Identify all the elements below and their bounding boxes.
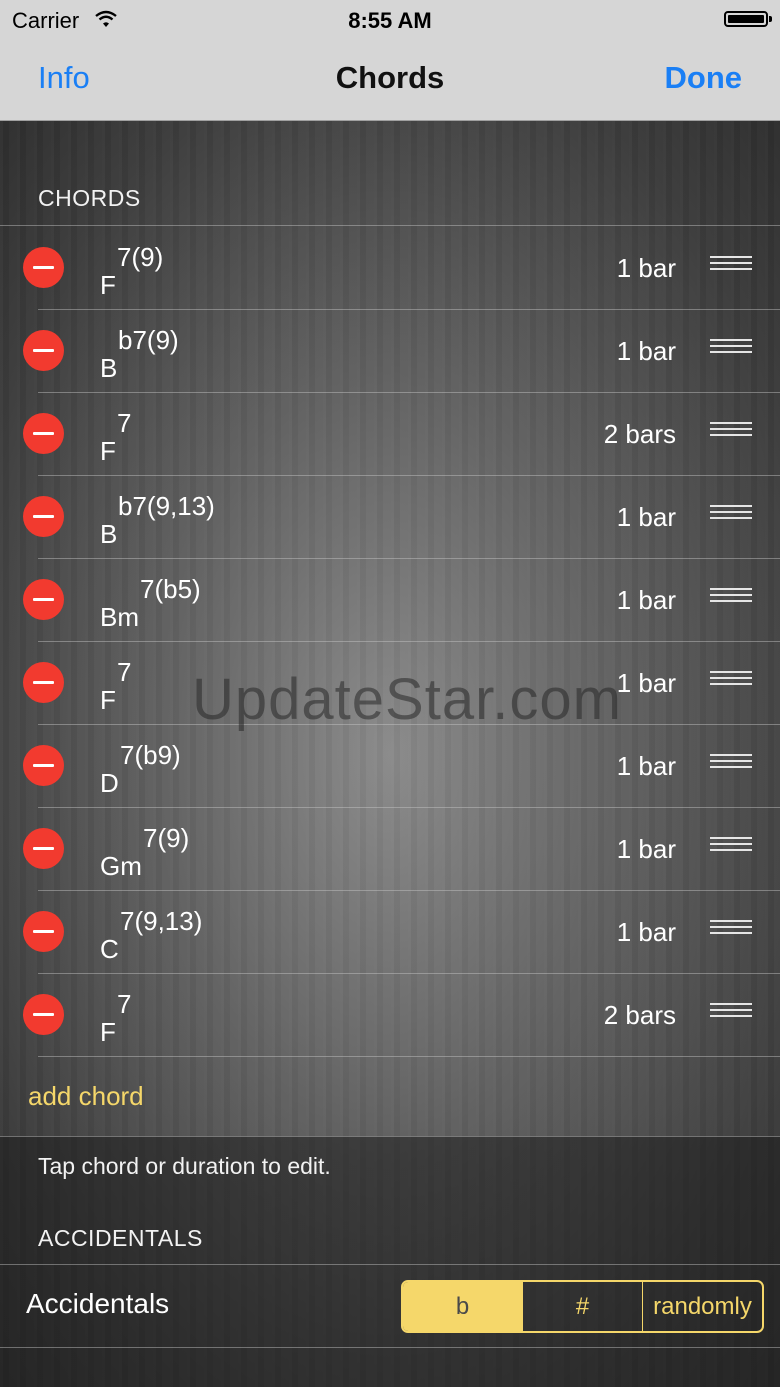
page-title: Chords xyxy=(335,60,445,95)
chord-row[interactable]: F7 2 bars xyxy=(0,973,780,1056)
reorder-grip-icon[interactable] xyxy=(710,920,752,936)
chord-root: Bm xyxy=(100,602,139,632)
battery-icon xyxy=(724,11,772,27)
chord-root: B xyxy=(100,353,118,383)
edit-hint-text: Tap chord or duration to edit. xyxy=(38,1153,331,1179)
reorder-grip-icon[interactable] xyxy=(710,1003,752,1019)
accidental-option[interactable]: randomly xyxy=(643,1282,762,1331)
chord-row[interactable]: D 7(b9) 1 bar xyxy=(0,724,780,807)
chord-extension: 7(9) xyxy=(117,242,164,272)
minus-circle-icon[interactable] xyxy=(23,662,64,703)
watermark-text: UpdateStar.com xyxy=(192,667,622,732)
chord-duration[interactable]: 1 bar xyxy=(617,751,676,782)
chord-extension: b7(9) xyxy=(118,325,179,355)
chord-duration[interactable]: 1 bar xyxy=(617,502,676,533)
chord-list-screen: CHORDS F 7(9) 1 bar Bb7(9) 1 bar F 7 2 bars Bb7(… xyxy=(0,121,780,1387)
chord-root: Gm xyxy=(100,851,142,881)
navigation-bar: Info Chords Done xyxy=(0,40,780,121)
minus-circle-icon[interactable] xyxy=(23,745,64,786)
chord-root: C xyxy=(100,934,119,964)
section-header-accidentals: ACCIDENTALS xyxy=(38,1225,203,1251)
chord-root: F xyxy=(100,685,116,715)
chord-extension: 7(b9) xyxy=(120,740,181,770)
chord-extension: 7(b5) xyxy=(140,574,201,604)
done-button[interactable]: Done xyxy=(665,60,743,96)
reorder-grip-icon[interactable] xyxy=(710,339,752,355)
chord-root: F xyxy=(100,270,116,300)
accidental-option[interactable]: # xyxy=(523,1282,643,1331)
minus-circle-icon[interactable] xyxy=(23,911,64,952)
row-separator xyxy=(38,1056,780,1057)
chord-root: B xyxy=(100,519,118,549)
chord-duration[interactable]: 1 bar xyxy=(617,253,676,284)
status-time: 8:55 AM xyxy=(348,8,432,33)
chord-row[interactable]: Bb7(9,13) 1 bar xyxy=(0,475,780,558)
accidentals-row: Accidentals b # randomly xyxy=(0,1264,780,1348)
minus-circle-icon[interactable] xyxy=(23,247,64,288)
minus-circle-icon[interactable] xyxy=(23,579,64,620)
chord-duration[interactable]: 1 bar xyxy=(617,834,676,865)
chord-row[interactable]: F 7(9) 1 bar xyxy=(0,226,780,309)
chord-row[interactable]: C 7(9,13) 1 bar xyxy=(0,890,780,973)
chord-extension: 7(9,13) xyxy=(120,906,203,936)
chord-root: F xyxy=(100,1017,116,1047)
divider xyxy=(0,1347,780,1348)
chord-extension: 7 xyxy=(117,989,132,1019)
chord-extension: 7 xyxy=(117,657,132,687)
chord-root: D xyxy=(100,768,119,798)
accidentals-segmented-control[interactable]: b # randomly xyxy=(401,1280,764,1333)
reorder-grip-icon[interactable] xyxy=(710,256,752,272)
chord-extension: 7(9) xyxy=(143,823,190,853)
reorder-grip-icon[interactable] xyxy=(710,837,752,853)
minus-circle-icon[interactable] xyxy=(23,496,64,537)
accidentals-label: Accidentals xyxy=(26,1288,170,1319)
chord-row[interactable]: Gm 7(9) 1 bar xyxy=(0,807,780,890)
reorder-grip-icon[interactable] xyxy=(710,505,752,521)
reorder-grip-icon[interactable] xyxy=(710,422,752,438)
minus-circle-icon[interactable] xyxy=(23,828,64,869)
accidental-option[interactable]: b xyxy=(403,1282,523,1331)
minus-circle-icon[interactable] xyxy=(23,994,64,1035)
minus-circle-icon[interactable] xyxy=(23,330,64,371)
status-bar: Carrier 8:55 AM xyxy=(0,0,780,40)
divider xyxy=(0,1136,780,1137)
reorder-grip-icon[interactable] xyxy=(710,671,752,687)
chord-row[interactable]: Bm 7(b5) 1 bar xyxy=(0,558,780,641)
add-chord-button[interactable]: add chord xyxy=(28,1081,144,1112)
chord-duration[interactable]: 1 bar xyxy=(617,585,676,616)
chord-root: F xyxy=(100,436,116,466)
reorder-grip-icon[interactable] xyxy=(710,588,752,604)
chord-row[interactable]: Bb7(9) 1 bar xyxy=(0,309,780,392)
chord-extension: 7 xyxy=(117,408,132,438)
chord-row[interactable]: F7 2 bars xyxy=(0,392,780,475)
chord-duration[interactable]: 1 bar xyxy=(617,668,676,699)
chord-extension: b7(9,13) xyxy=(118,491,215,521)
chord-duration[interactable]: 1 bar xyxy=(617,336,676,367)
chord-duration[interactable]: 1 bar xyxy=(617,917,676,948)
chord-duration[interactable]: 2 bars xyxy=(604,1000,676,1031)
minus-circle-icon[interactable] xyxy=(23,413,64,454)
chord-duration[interactable]: 2 bars xyxy=(604,419,676,450)
reorder-grip-icon[interactable] xyxy=(710,754,752,770)
section-header-chords: CHORDS xyxy=(38,185,141,211)
